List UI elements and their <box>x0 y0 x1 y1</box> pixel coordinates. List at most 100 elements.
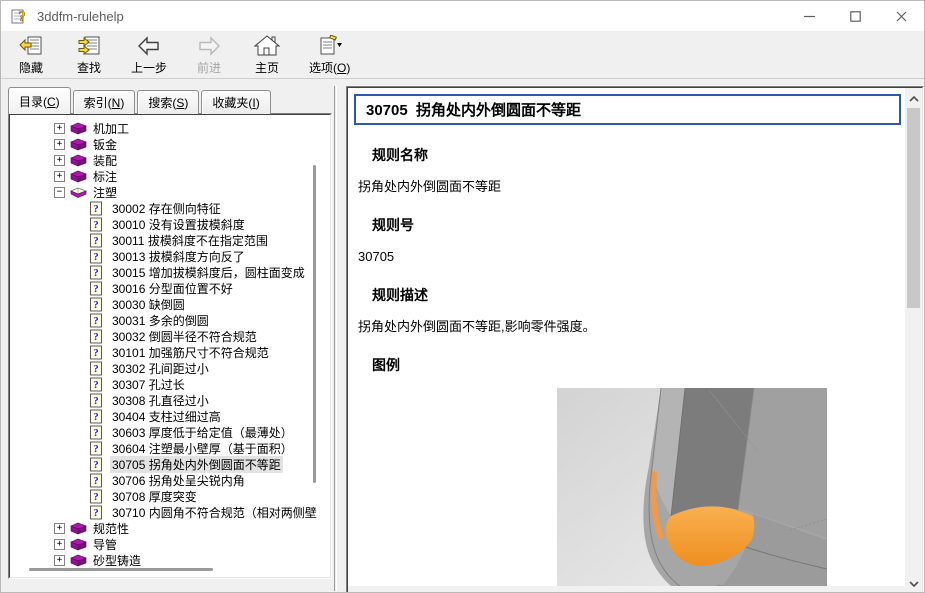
tree-item[interactable]: + 规范性 <box>10 520 330 536</box>
toolbar-button-forward-arrow[interactable]: 前进 <box>187 34 231 76</box>
tree-item[interactable]: ? 30604 注塑最小壁厚（基于面积） <box>10 440 330 456</box>
tree-item[interactable]: ? 30101 加强筋尺寸不符合规范 <box>10 344 330 360</box>
help-window: ? 3ddfm-rulehelp 隐藏 查找 上一步 前进 <box>0 0 925 593</box>
tree-item-icon <box>70 537 87 552</box>
svg-text:?: ? <box>93 491 99 503</box>
pane-splitter[interactable] <box>334 86 337 591</box>
tree-item-icon: ? <box>89 425 106 440</box>
tree-item-label: 30010 没有设置拔模斜度 <box>110 216 247 233</box>
tree-item[interactable]: ? 30011 拔模斜度不在指定范围 <box>10 232 330 248</box>
svg-text:?: ? <box>93 283 99 295</box>
tree-item-label: 30015 增加拔模斜度后，圆柱面变成 <box>110 264 307 281</box>
tree-item-icon: ? <box>89 297 106 312</box>
toolbar-button-options[interactable]: 选项(O) <box>303 34 356 76</box>
tree-item-icon: ? <box>89 265 106 280</box>
topic-sections: 规则名称 拐角处内外倒圆面不等距 规则号 30705 规则描述 拐角处内外倒圆面… <box>348 147 905 374</box>
toolbar-button-back-arrow[interactable]: 上一步 <box>125 34 173 76</box>
tree-item[interactable]: ? 30010 没有设置拔模斜度 <box>10 216 330 232</box>
expand-toggle-icon[interactable]: + <box>54 539 65 550</box>
tree-item[interactable]: ? 30307 孔过长 <box>10 376 330 392</box>
section-heading: 规则号 <box>372 217 905 234</box>
tree-item-label: 30002 存在侧向特征 <box>110 200 223 217</box>
tree-item[interactable]: − 注塑 <box>10 184 330 200</box>
tree-item[interactable]: ? 30404 支柱过细过高 <box>10 408 330 424</box>
tree-item-label: 30404 支柱过细过高 <box>110 408 223 425</box>
topic-section: 规则名称 拐角处内外倒圆面不等距 <box>348 147 905 195</box>
content-vertical-scrollbar <box>905 88 922 593</box>
tab-收藏夹[interactable]: 收藏夹(I) <box>201 90 270 114</box>
tree-item-label: 钣金 <box>91 136 119 153</box>
tree-vertical-scrollbar[interactable] <box>313 165 316 483</box>
scroll-down-icon[interactable] <box>905 575 922 592</box>
tree-item[interactable]: ? 30002 存在侧向特征 <box>10 200 330 216</box>
tree-item-label: 标注 <box>91 168 119 185</box>
toolbar-button-icon <box>137 34 161 58</box>
tree-item[interactable]: ? 30603 厚度低于给定值（最薄处） <box>10 424 330 440</box>
tree-item[interactable]: + 标注 <box>10 168 330 184</box>
tree-item-label: 机加工 <box>91 120 131 137</box>
content-horizontal-scrollbar[interactable] <box>348 586 905 593</box>
tree-item[interactable]: ? 30708 厚度突变 <box>10 488 330 504</box>
tree-item-icon: ? <box>89 329 106 344</box>
tree-item[interactable]: + 砂型铸造 <box>10 552 330 568</box>
expand-toggle-icon[interactable]: + <box>54 123 65 134</box>
tree-item[interactable]: ? 30302 孔间距过小 <box>10 360 330 376</box>
tab-目录[interactable]: 目录(C) <box>8 87 71 114</box>
tree-item[interactable]: ? 30705 拐角处内外倒圆面不等距 <box>10 456 330 472</box>
tab-搜索[interactable]: 搜索(S) <box>137 90 199 114</box>
close-button[interactable] <box>878 1 924 31</box>
tree-item-icon <box>70 553 87 568</box>
tree-item-icon: ? <box>89 201 106 216</box>
expand-toggle-icon[interactable]: + <box>54 155 65 166</box>
tree-horizontal-scrollbar[interactable] <box>29 568 213 571</box>
svg-text:?: ? <box>93 315 99 327</box>
expand-toggle-icon[interactable]: − <box>54 187 65 198</box>
window-title: 3ddfm-rulehelp <box>37 9 124 24</box>
toolbar-button-home[interactable]: 主页 <box>245 34 289 76</box>
tab-label: 搜索(S) <box>148 94 188 111</box>
toolbar-button-label: 上一步 <box>131 59 167 76</box>
toolbar-button-hide-pane[interactable]: 隐藏 <box>9 34 53 76</box>
tree-item[interactable]: + 机加工 <box>10 120 330 136</box>
tree-item-label: 导管 <box>91 536 119 553</box>
scroll-up-icon[interactable] <box>905 90 922 107</box>
expand-toggle-icon[interactable]: + <box>54 171 65 182</box>
tree-item[interactable]: ? 30013 拔模斜度方向反了 <box>10 248 330 264</box>
expand-toggle-icon[interactable]: + <box>54 555 65 566</box>
expand-toggle-icon[interactable]: + <box>54 523 65 534</box>
tree-item[interactable]: ? 30030 缺倒圆 <box>10 296 330 312</box>
tree-item-icon: ? <box>89 217 106 232</box>
tree-item[interactable]: ? 30031 多余的倒圆 <box>10 312 330 328</box>
svg-text:?: ? <box>93 203 99 215</box>
tab-label: 收藏夹(I) <box>212 94 259 111</box>
tree-item-icon: ? <box>89 473 106 488</box>
tab-label: 索引(N) <box>84 94 125 111</box>
tree-item-label: 30013 拔模斜度方向反了 <box>110 248 247 265</box>
tree-item-icon <box>70 153 87 168</box>
tree-item[interactable]: ? 30710 内圆角不符合规范（相对两侧壁 <box>10 504 330 520</box>
tree-item-icon <box>70 169 87 184</box>
expand-toggle-icon[interactable]: + <box>54 139 65 150</box>
tree-item[interactable]: + 装配 <box>10 152 330 168</box>
toolbar-button-icon <box>317 34 343 58</box>
tab-索引[interactable]: 索引(N) <box>73 90 136 114</box>
minimize-button[interactable] <box>786 1 832 31</box>
tree-item-icon: ? <box>89 457 106 472</box>
tree-item-icon: ? <box>89 233 106 248</box>
tree-item[interactable]: + 钣金 <box>10 136 330 152</box>
tree-item-icon: ? <box>89 377 106 392</box>
tree-item[interactable]: ? 30032 倒圆半径不符合规范 <box>10 328 330 344</box>
maximize-button[interactable] <box>832 1 878 31</box>
tree-item[interactable]: ? 30015 增加拔模斜度后，圆柱面变成 <box>10 264 330 280</box>
content-scrollbar-thumb[interactable] <box>907 108 920 308</box>
svg-text:?: ? <box>93 443 99 455</box>
tree-item[interactable]: ? 30308 孔直径过小 <box>10 392 330 408</box>
contents-tree-panel: + 机加工 + 钣金 + 装配 + 标注 − 注塑 ? <box>8 113 332 579</box>
tree-item[interactable]: + 导管 <box>10 536 330 552</box>
tree-item[interactable]: ? 30706 拐角处呈尖锐内角 <box>10 472 330 488</box>
tree-item-label: 30016 分型面位置不好 <box>110 280 235 297</box>
tree-item[interactable]: ? 30016 分型面位置不好 <box>10 280 330 296</box>
topic-section: 规则号 30705 <box>348 217 905 265</box>
toolbar-button-locate[interactable]: 查找 <box>67 34 111 76</box>
tree-item-icon: ? <box>89 249 106 264</box>
